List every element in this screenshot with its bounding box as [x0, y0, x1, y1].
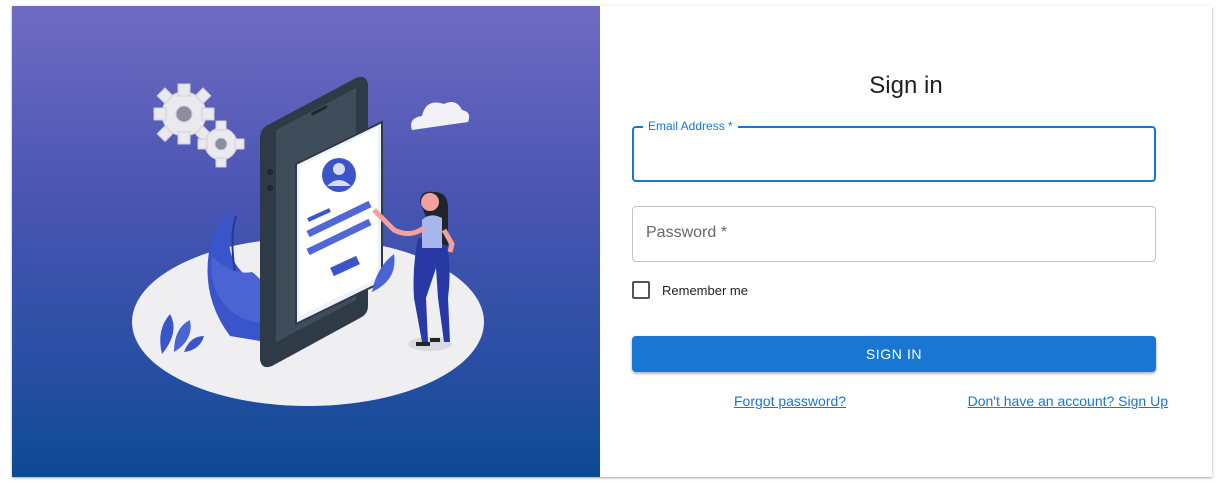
- sign-up-link[interactable]: Don't have an account? Sign Up: [968, 393, 1168, 409]
- password-input[interactable]: [633, 207, 1155, 261]
- gear-icon: [153, 83, 215, 145]
- cloud-icon: [411, 102, 470, 130]
- sign-in-button[interactable]: Sign In: [632, 336, 1156, 372]
- remember-me-checkbox[interactable]: [632, 281, 650, 299]
- signin-form: Sign in Email Address * Password * Remem…: [600, 6, 1212, 477]
- page-title: Sign in: [869, 72, 943, 99]
- email-field[interactable]: Email Address *: [632, 119, 1156, 182]
- remember-me-label[interactable]: Remember me: [662, 283, 748, 298]
- hero-panel: [12, 6, 600, 477]
- email-input[interactable]: [634, 128, 1154, 180]
- signup-illustration: [132, 76, 484, 406]
- forgot-password-link[interactable]: Forgot password?: [734, 393, 846, 409]
- remember-me-row[interactable]: Remember me: [632, 281, 748, 299]
- password-field[interactable]: Password *: [632, 206, 1156, 262]
- signin-card: Sign in Email Address * Password * Remem…: [12, 6, 1212, 477]
